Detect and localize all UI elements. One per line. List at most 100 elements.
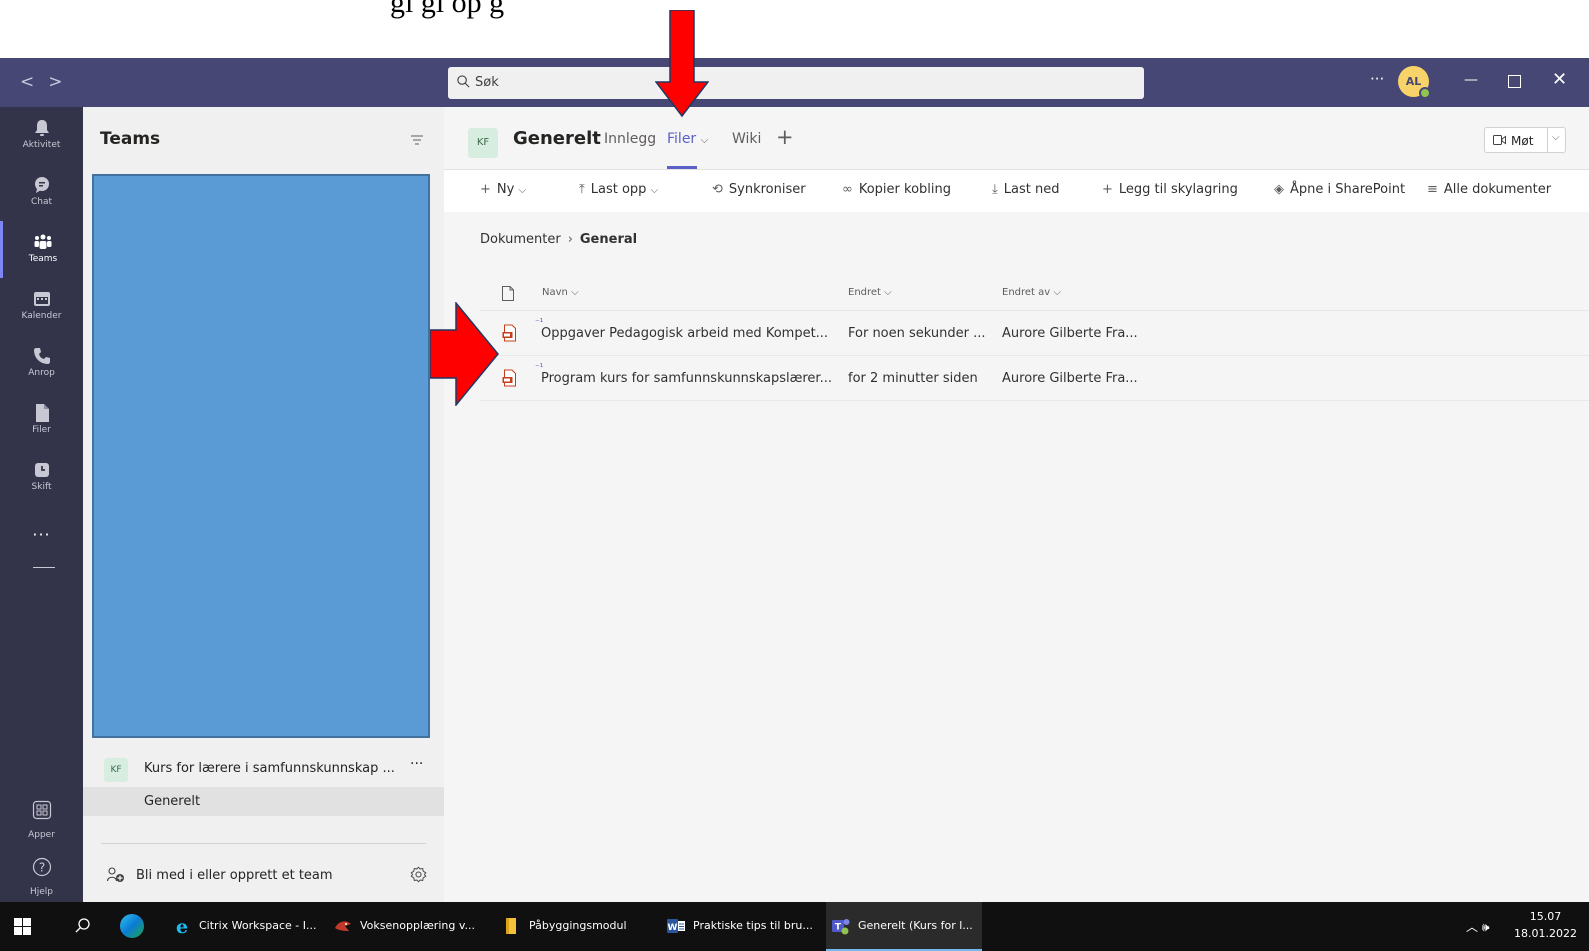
new-button[interactable]: + Ny ⌵ [480,182,526,197]
upload-button[interactable]: ⤒ Last opp ⌵ [579,182,658,197]
svg-text:e: e [176,916,188,936]
tab-posts[interactable]: Innlegg [604,131,656,147]
rail-item-chat[interactable]: Chat [0,164,83,221]
rail-item-teams[interactable]: Teams [0,221,83,278]
taskbar-label: Citrix Workspace - I... [199,919,317,932]
clock-date: 18.01.2022 [1514,927,1577,940]
column-header-name[interactable]: Navn ⌵ [542,287,579,298]
edge-icon[interactable] [120,914,144,938]
gear-icon[interactable] [410,866,427,883]
more-apps-icon[interactable]: ··· [0,525,83,544]
tab-files[interactable]: Filer ⌵ [667,131,708,147]
rail-item-help[interactable]: ? Hjelp [0,857,83,898]
maximize-icon[interactable] [1508,75,1521,88]
file-name[interactable]: Oppgaver Pedagogisk arbeid med Kompet... [541,326,828,341]
table-row[interactable]: ⁻¹ Program kurs for samfunnskunnskapslær… [480,355,1589,400]
clock-time: 15.07 [1529,910,1562,923]
table-row[interactable]: ⁻¹ Oppgaver Pedagogisk arbeid med Kompet… [480,310,1589,355]
add-tab-icon[interactable]: + [776,125,794,149]
system-clock[interactable]: 15.07 18.01.2022 [1514,908,1577,942]
rail-label: Aktivitet [22,140,61,150]
more-options-icon[interactable]: ··· [1370,70,1384,88]
rail-item-activity[interactable]: Aktivitet [0,107,83,164]
presence-available-icon [1419,87,1431,99]
taskbar-label: Påbyggingsmodul [529,919,627,932]
app-rail: Aktivitet Chat Teams Kalender Anrop File… [0,107,83,902]
rail-label: Anrop [28,368,55,378]
search-box[interactable]: Søk [448,67,1144,99]
sharepoint-icon: ◈ [1274,182,1284,197]
pdf-file-icon [502,324,516,342]
windows-start-icon[interactable] [14,918,31,935]
rail-label: Filer [32,425,51,435]
column-modified-label: Endret [848,287,881,298]
taskbar: e Citrix Workspace - I... Voksenopplærin… [0,902,1589,951]
column-header-modified-by[interactable]: Endret av ⌵ [1002,287,1061,298]
column-modified-by-label: Endret av [1002,287,1051,298]
bird-icon [335,921,351,931]
rail-label: Hjelp [29,887,54,897]
video-icon [1493,135,1506,145]
download-label: Last ned [1003,182,1060,197]
rail-item-calls[interactable]: Anrop [0,335,83,392]
channel-item-general[interactable]: Generelt [83,787,444,816]
meet-label: Møt [1511,134,1534,148]
file-name[interactable]: Program kurs for samfunnskunnskapslærer.… [541,371,832,386]
new-label: Ny [496,182,515,197]
sync-button[interactable]: ⟲ Synkroniser [712,182,806,197]
apps-icon [32,800,51,820]
team-avatar: KF [104,758,128,782]
chevron-up-icon[interactable]: ︿ [1466,920,1478,934]
avatar-initials: AL [1405,75,1422,88]
taskbar-item-folder[interactable]: Påbyggingsmodul [502,902,647,951]
copy-link-button[interactable]: ∞ Kopier kobling [842,182,951,197]
add-cloud-storage-button[interactable]: + Legg til skylagring [1102,182,1238,197]
upload-label: Last opp [590,182,647,197]
minimize-icon[interactable]: — [1464,72,1478,88]
column-header-modified[interactable]: Endret ⌵ [848,287,892,298]
title-bar: <> Søk ··· AL — ✕ [0,58,1589,107]
red-arrow-down-icon [655,10,709,118]
sync-icon: ⟲ [712,182,723,197]
rail-label: Chat [30,197,53,207]
close-icon[interactable]: ✕ [1552,69,1567,90]
speaker-icon[interactable]: 🕪 [1482,920,1490,934]
svg-text:W: W [668,923,678,933]
download-button[interactable]: ⤓ Last ned [992,182,1059,197]
tray-icons[interactable]: ︿ 🕪 [1466,918,1489,935]
search-input[interactable]: Søk [475,75,499,90]
rail-divider [33,567,55,568]
taskbar-item-word[interactable]: W Praktiske tips til bru... [666,902,814,951]
channel-header: KF Generelt Innlegg Filer ⌵ Wiki + Møt ⌵ [444,107,1589,169]
red-arrow-right-icon [430,302,499,406]
forward-arrow-icon[interactable]: > [48,72,76,92]
team-more-icon[interactable]: ··· [410,756,423,772]
chevron-right-icon: › [567,232,573,247]
search-icon[interactable] [75,917,91,933]
taskbar-item-voksen[interactable]: Voksenopplæring v... [333,902,483,951]
join-create-team-button[interactable]: Bli med i eller opprett et team [83,859,444,891]
team-item[interactable]: KF Kurs for lærere i samfunnskunnskap ..… [83,752,444,786]
rail-item-files[interactable]: Filer [0,392,83,449]
main-content: KF Generelt Innlegg Filer ⌵ Wiki + Møt ⌵… [444,107,1589,902]
tab-wiki[interactable]: Wiki [732,131,761,147]
taskbar-item-teams[interactable]: T Generelt (Kurs for l... [826,902,982,951]
open-sharepoint-button[interactable]: ◈ Åpne i SharePoint [1274,182,1405,197]
avatar[interactable]: AL [1398,66,1431,99]
filter-icon[interactable] [411,135,423,145]
breadcrumb-root[interactable]: Dokumenter [480,232,561,247]
chevron-down-icon: ⌵ [650,185,659,196]
rail-item-calendar[interactable]: Kalender [0,278,83,335]
chevron-down-icon[interactable]: ⌵ [1552,132,1560,143]
svg-text:?: ? [38,861,44,875]
meet-button[interactable]: Møt ⌵ [1484,127,1566,153]
back-arrow-icon[interactable]: < [20,72,48,92]
chevron-down-icon: ⌵ [1053,287,1061,298]
taskbar-item-citrix[interactable]: e Citrix Workspace - I... [172,902,317,951]
upload-icon: ⤒ [579,182,585,197]
rail-label: Apper [28,830,55,840]
rail-item-apps[interactable]: Apper [0,800,83,841]
rail-item-shifts[interactable]: Skift [0,449,83,506]
add-cloud-label: Legg til skylagring [1118,182,1238,197]
all-documents-view-button[interactable]: ≡ Alle dokumenter [1427,182,1551,197]
